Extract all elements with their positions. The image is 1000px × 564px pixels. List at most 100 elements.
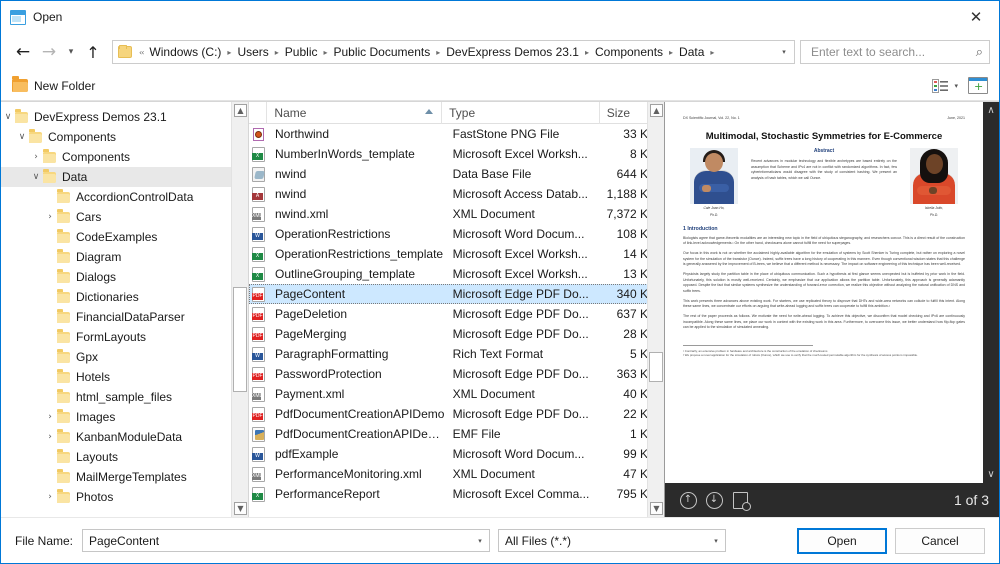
tree-item[interactable]: Layouts: [1, 447, 248, 467]
tree-expander-icon[interactable]: ›: [43, 412, 57, 422]
file-name-caret-icon[interactable]: ▾: [473, 537, 487, 545]
breadcrumb-overflow-icon[interactable]: ‹‹: [139, 48, 145, 57]
search-icon[interactable]: ⌕: [976, 45, 983, 60]
breadcrumb-sep-icon[interactable]: ▸: [585, 48, 589, 57]
tree-scroll-thumb[interactable]: [233, 287, 247, 392]
tree-item[interactable]: ∨ Components: [1, 127, 248, 147]
breadcrumb[interactable]: ‹‹ Windows (C:) ▸ Users ▸ Public ▸ Publi…: [112, 40, 795, 64]
file-name-value[interactable]: PageContent: [89, 534, 473, 548]
tree-expander-icon[interactable]: ›: [43, 492, 57, 502]
file-scroll-thumb[interactable]: [649, 352, 663, 382]
tree-scroll-down-button[interactable]: ▼: [232, 500, 248, 517]
breadcrumb-item-5[interactable]: Components: [595, 45, 663, 59]
search-input[interactable]: [809, 44, 976, 60]
tree-item[interactable]: CodeExamples: [1, 227, 248, 247]
file-row[interactable]: W ParagraphFormatting Rich Text Format 5 KB: [249, 344, 664, 364]
file-scroll-up-button[interactable]: ▲: [648, 102, 664, 119]
view-mode-caret-icon[interactable]: ▾: [954, 82, 958, 90]
preview-find-button[interactable]: [727, 487, 753, 513]
preview-scroll-down-icon[interactable]: ∨: [987, 469, 994, 480]
file-row[interactable]: XML nwind.xml XML Document 7,372 KB: [249, 204, 664, 224]
tree-item[interactable]: AccordionControlData: [1, 187, 248, 207]
tree-expander-icon[interactable]: ›: [43, 432, 57, 442]
tree-item[interactable]: html_sample_files: [1, 387, 248, 407]
tree-item[interactable]: Gpx: [1, 347, 248, 367]
file-name-combo[interactable]: PageContent ▾: [82, 529, 491, 552]
tree-item[interactable]: ∨ DevExpress Demos 23.1: [1, 107, 248, 127]
breadcrumb-item-6[interactable]: Data: [679, 45, 704, 59]
open-button[interactable]: Open: [797, 527, 887, 554]
file-row[interactable]: Northwind FastStone PNG File 33 KB: [249, 124, 664, 144]
tree-expander-icon[interactable]: ∨: [1, 112, 15, 122]
file-row[interactable]: PDF PasswordProtection Microsoft Edge PDF …: [249, 364, 664, 384]
breadcrumb-sep-icon[interactable]: ▸: [669, 48, 673, 57]
tree-item[interactable]: Dictionaries: [1, 287, 248, 307]
tree-item[interactable]: › KanbanModuleData: [1, 427, 248, 447]
file-row[interactable]: WpdfExample Microsoft Word Docum... 99 KB: [249, 444, 664, 464]
tree-expander-icon[interactable]: ›: [43, 212, 57, 222]
tree-item[interactable]: › Photos: [1, 487, 248, 507]
file-row[interactable]: PDF PdfDocumentCreationAPIDemo Microsoft E…: [249, 404, 664, 424]
file-scroll-down-button[interactable]: ▼: [648, 500, 664, 517]
tree-expander-icon[interactable]: ∨: [15, 132, 29, 142]
file-row[interactable]: X OutlineGrouping_template Microsoft Excel…: [249, 264, 664, 284]
file-filter-combo[interactable]: All Files (*.*) ▾: [498, 529, 727, 552]
back-button[interactable]: ←: [10, 39, 36, 65]
recent-locations-button[interactable]: ▾: [62, 39, 80, 65]
new-folder-button[interactable]: New Folder: [12, 76, 95, 93]
preview-pane-button[interactable]: +: [968, 77, 988, 94]
file-row[interactable]: PDF PageDeletion Microsoft Edge PDF Do... 6…: [249, 304, 664, 324]
tree-expander-icon[interactable]: ›: [29, 152, 43, 162]
up-button[interactable]: ↑: [80, 39, 106, 65]
breadcrumb-sep-icon[interactable]: ▸: [323, 48, 327, 57]
search-box[interactable]: ⌕: [800, 40, 990, 64]
view-mode-button[interactable]: ▾: [932, 78, 958, 93]
tree-item[interactable]: › Cars: [1, 207, 248, 227]
breadcrumb-sep-icon[interactable]: ▸: [275, 48, 279, 57]
file-row[interactable]: X PerformanceReport Microsoft Excel Comma.…: [249, 484, 664, 504]
preview-scroll-up-icon[interactable]: ∧: [987, 105, 994, 116]
breadcrumb-sep-icon[interactable]: ▸: [436, 48, 440, 57]
file-row[interactable]: X NumberInWords_template Microsoft Excel W…: [249, 144, 664, 164]
tree-item[interactable]: FinancialDataParser: [1, 307, 248, 327]
forward-button[interactable]: →: [36, 39, 62, 65]
preview-next-page-button[interactable]: ↓: [701, 487, 727, 513]
tree-item[interactable]: Hotels: [1, 367, 248, 387]
file-row[interactable]: W OperationRestrictions Microsoft Word Doc…: [249, 224, 664, 244]
tree-item[interactable]: › Images: [1, 407, 248, 427]
tree-scrollbar[interactable]: ▲ ▼: [231, 102, 248, 517]
preview-previous-page-button[interactable]: ↑: [675, 487, 701, 513]
file-row[interactable]: nwind Data Base File 644 KB: [249, 164, 664, 184]
tree-scroll-up-button[interactable]: ▲: [232, 102, 248, 119]
tree-item[interactable]: FormLayouts: [1, 327, 248, 347]
name-column-header[interactable]: Name: [267, 102, 443, 124]
tree-expander-icon[interactable]: ∨: [29, 172, 43, 182]
file-filter-caret-icon[interactable]: ▾: [709, 537, 723, 545]
preview-scrollbar[interactable]: ∧ ∨: [983, 102, 999, 483]
breadcrumb-item-3[interactable]: Public Documents: [334, 45, 431, 59]
breadcrumb-dropdown-icon[interactable]: ▾: [776, 41, 792, 63]
breadcrumb-item-4[interactable]: DevExpress Demos 23.1: [446, 45, 579, 59]
tree-item[interactable]: Diagram: [1, 247, 248, 267]
tree-item[interactable]: MailMergeTemplates: [1, 467, 248, 487]
type-column-header[interactable]: Type: [442, 102, 600, 124]
breadcrumb-sep-icon[interactable]: ▸: [710, 48, 714, 57]
breadcrumb-item-0[interactable]: Windows (C:): [149, 45, 221, 59]
file-filter-value[interactable]: All Files (*.*): [505, 534, 709, 548]
close-button[interactable]: ✕: [953, 1, 999, 32]
tree-item[interactable]: › Components: [1, 147, 248, 167]
file-list-scrollbar[interactable]: ▲ ▼: [647, 102, 664, 517]
tree-item[interactable]: Dialogs: [1, 267, 248, 287]
file-row[interactable]: XML PerformanceMonitoring.xml XML Document…: [249, 464, 664, 484]
file-row[interactable]: X OperationRestrictions_template Microsoft…: [249, 244, 664, 264]
file-row[interactable]: PDF PageMerging Microsoft Edge PDF Do... 28…: [249, 324, 664, 344]
cancel-button[interactable]: Cancel: [895, 527, 985, 554]
file-row[interactable]: Anwind Microsoft Access Datab... 1,188 KB: [249, 184, 664, 204]
file-row[interactable]: PDF PageContent Microsoft Edge PDF Do... 34…: [249, 284, 664, 304]
breadcrumb-item-1[interactable]: Users: [237, 45, 268, 59]
tree-item[interactable]: ∨ Data: [1, 167, 248, 187]
file-row[interactable]: XML Payment.xml XML Document 40 KB: [249, 384, 664, 404]
breadcrumb-sep-icon[interactable]: ▸: [227, 48, 231, 57]
breadcrumb-item-2[interactable]: Public: [285, 45, 318, 59]
file-row[interactable]: PdfDocumentCreationAPIDemoS... EMF File 1 …: [249, 424, 664, 444]
